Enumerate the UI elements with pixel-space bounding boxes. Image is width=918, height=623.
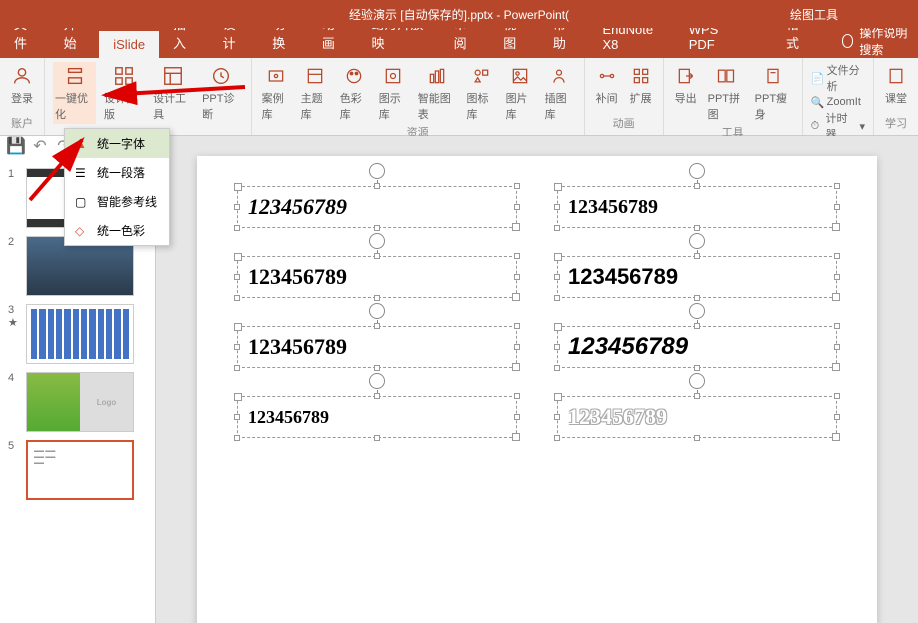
textbox-4[interactable]: 123456789 bbox=[237, 396, 517, 438]
design-layout-button[interactable]: 设计排版 bbox=[102, 62, 145, 124]
undo-button[interactable]: ↶ bbox=[32, 138, 48, 154]
quick-access: 💾 ↶ ↷ bbox=[8, 138, 72, 154]
vector-lib-button[interactable]: 插图库 bbox=[543, 62, 576, 124]
ppt-diag-button[interactable]: PPT诊断 bbox=[200, 62, 243, 124]
save-button[interactable]: 💾 bbox=[8, 138, 24, 154]
ribbon: 登录 账户 一键优化 设计排版 设计工具 PPT诊断 bbox=[0, 58, 918, 136]
tab-islide[interactable]: iSlide bbox=[99, 31, 159, 58]
timer-icon: ⏱ bbox=[811, 120, 822, 132]
tell-me[interactable]: 操作说明搜索 bbox=[842, 24, 918, 58]
textbox-8[interactable]: 123456789 bbox=[557, 396, 837, 438]
textbox-7[interactable]: 123456789 bbox=[557, 326, 837, 368]
para-icon: ☰ bbox=[75, 166, 89, 180]
tween-icon bbox=[595, 64, 619, 88]
color-lib-button[interactable]: 色彩库 bbox=[338, 62, 371, 124]
color-icon: ◇ bbox=[75, 224, 89, 238]
tween-button[interactable]: 补间 bbox=[593, 62, 621, 108]
file-analysis-button[interactable]: 📄文件分析 bbox=[811, 62, 865, 94]
stethoscope-icon bbox=[209, 64, 233, 88]
diagram-icon bbox=[381, 64, 405, 88]
extend-button[interactable]: 扩展 bbox=[627, 62, 655, 108]
login-button[interactable]: 登录 bbox=[8, 62, 36, 108]
unify-color-item[interactable]: ◇ 统一色彩 bbox=[65, 216, 169, 245]
slide-thumb-3[interactable]: 3★ bbox=[0, 300, 155, 368]
textbox-6[interactable]: 123456789 bbox=[557, 256, 837, 298]
zoomit-button[interactable]: 🔍ZoomIt bbox=[811, 96, 865, 108]
slide-canvas[interactable]: 123456789 123456789 123456789 123456789 … bbox=[197, 156, 877, 623]
image-icon bbox=[508, 64, 532, 88]
export-icon bbox=[674, 64, 698, 88]
case-lib-button[interactable]: 案例库 bbox=[260, 62, 293, 124]
ppt-join-button[interactable]: PPT拼图 bbox=[706, 62, 747, 124]
grid-icon bbox=[112, 64, 136, 88]
slim-icon bbox=[761, 64, 785, 88]
unify-para-item[interactable]: ☰ 统一段落 bbox=[65, 158, 169, 187]
bulb-icon bbox=[842, 34, 854, 48]
group-anim: 动画 bbox=[613, 115, 635, 131]
menu-tabs: 文件 开始 iSlide 插入 设计 切换 动画 幻灯片放映 审阅 视图 帮助 … bbox=[0, 28, 918, 58]
rotate-handle[interactable] bbox=[369, 303, 385, 319]
rotate-handle[interactable] bbox=[369, 233, 385, 249]
design-tool-button[interactable]: 设计工具 bbox=[151, 62, 194, 124]
smart-guide-item[interactable]: ▢ 智能参考线 bbox=[65, 187, 169, 216]
layout-icon bbox=[161, 64, 185, 88]
extend-icon bbox=[629, 64, 653, 88]
rotate-handle[interactable] bbox=[369, 163, 385, 179]
titlebar: 经验演示 [自动保存的].pptx - PowerPoint( 绘图工具 bbox=[0, 0, 918, 28]
export-button[interactable]: 导出 bbox=[672, 62, 700, 108]
rotate-handle[interactable] bbox=[369, 373, 385, 389]
rotate-handle[interactable] bbox=[689, 373, 705, 389]
group-study: 学习 bbox=[885, 115, 907, 131]
slide-thumb-4[interactable]: 4 Logo bbox=[0, 368, 155, 436]
icons-icon bbox=[469, 64, 493, 88]
smart-chart-button[interactable]: 智能图表 bbox=[416, 62, 459, 124]
zoom-icon: 🔍 bbox=[811, 96, 823, 108]
theme-lib-button[interactable]: 主题库 bbox=[299, 62, 332, 124]
user-icon bbox=[10, 64, 34, 88]
onekey-button[interactable]: 一键优化 bbox=[53, 62, 96, 124]
canvas-area[interactable]: 123456789 123456789 123456789 123456789 … bbox=[156, 136, 918, 623]
rotate-handle[interactable] bbox=[689, 303, 705, 319]
font-icon: ▲ bbox=[75, 137, 89, 151]
palette-icon bbox=[342, 64, 366, 88]
guide-icon: ▢ bbox=[75, 195, 89, 209]
slide-thumb-5[interactable]: 5 ▬▬ ▬▬▬▬ ▬▬▬▬ bbox=[0, 436, 155, 504]
smartchart-icon bbox=[425, 64, 449, 88]
case-icon bbox=[264, 64, 288, 88]
tell-me-label: 操作说明搜索 bbox=[859, 24, 918, 58]
unify-font-item[interactable]: ▲ 统一字体 bbox=[65, 129, 169, 158]
app-title: 经验演示 [自动保存的].pptx - PowerPoint( bbox=[349, 6, 569, 23]
rotate-handle[interactable] bbox=[689, 233, 705, 249]
optimize-icon bbox=[63, 64, 87, 88]
group-account: 账户 bbox=[11, 115, 33, 131]
pic-lib-button[interactable]: 图片库 bbox=[504, 62, 537, 124]
chart-lib-button[interactable]: 图示库 bbox=[377, 62, 410, 124]
rotate-handle[interactable] bbox=[689, 163, 705, 179]
join-icon bbox=[714, 64, 738, 88]
textbox-2[interactable]: 123456789 bbox=[237, 256, 517, 298]
textbox-5[interactable]: 123456789 bbox=[557, 186, 837, 228]
textbox-3[interactable]: 123456789 bbox=[237, 326, 517, 368]
analysis-icon: 📄 bbox=[811, 72, 823, 84]
ppt-slim-button[interactable]: PPT瘦身 bbox=[753, 62, 794, 124]
onekey-dropdown: ▲ 统一字体 ☰ 统一段落 ▢ 智能参考线 ◇ 统一色彩 bbox=[64, 128, 170, 246]
course-button[interactable]: 课堂 bbox=[882, 62, 910, 108]
vector-icon bbox=[547, 64, 571, 88]
textbox-1[interactable]: 123456789 bbox=[237, 186, 517, 228]
theme-icon bbox=[303, 64, 327, 88]
context-tab-label: 绘图工具 bbox=[790, 6, 838, 23]
book-icon bbox=[884, 64, 908, 88]
icon-lib-button[interactable]: 图标库 bbox=[465, 62, 498, 124]
